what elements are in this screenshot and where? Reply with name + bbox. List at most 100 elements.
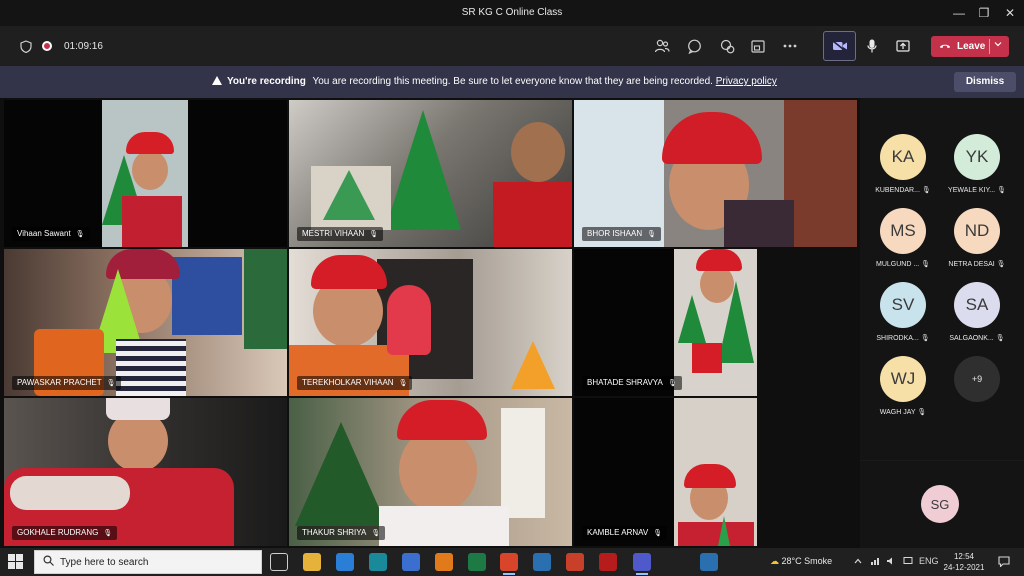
video-tile[interactable]: PAWASKAR PRACHET 🎙 <box>4 249 287 396</box>
video-feed <box>4 249 287 396</box>
participant-name-tag: GOKHALE RUDRANG 🎙 <box>12 526 118 540</box>
mic-off-icon: 🎙 <box>106 380 116 387</box>
participant-avatar[interactable]: SA SALGAONK... 🎙 <box>940 282 1014 342</box>
close-button[interactable]: ✕ <box>995 4 1024 22</box>
weather-widget[interactable]: ☁ 28°C Smoke <box>770 556 832 567</box>
participant-name-tag: Vihaan Sawant 🎙 <box>12 227 90 241</box>
video-tile[interactable]: BHOR ISHAAN 🎙 <box>574 100 857 247</box>
react-icon[interactable] <box>717 36 737 56</box>
recording-banner: You're recording You are recording this … <box>0 66 1024 98</box>
more-participants-count: +9 <box>954 356 1000 402</box>
mic-off-icon: 🎙 <box>398 380 408 387</box>
excel-icon[interactable] <box>468 553 486 571</box>
chevron-up-icon[interactable] <box>854 556 862 566</box>
video-tile[interactable]: TEREKHOLKAR VIHAAN 🎙 <box>289 249 572 396</box>
video-tile[interactable]: GOKHALE RUDRANG 🎙 <box>4 398 287 546</box>
mic-off-icon: 🎙 <box>75 231 85 238</box>
banner-heading: You're recording <box>227 76 306 87</box>
participant-avatar[interactable]: KA KUBENDAR... 🎙 <box>866 134 940 194</box>
video-feed <box>4 398 287 546</box>
mcafee-icon[interactable] <box>599 553 617 571</box>
powerpoint-icon[interactable] <box>566 553 584 571</box>
participant-avatar[interactable]: YK YEWALE KIY... 🎙 <box>940 134 1014 194</box>
notification-icon[interactable] <box>998 556 1010 569</box>
participant-avatar[interactable]: ND NETRA DESAI 🎙 <box>940 208 1014 268</box>
network-icon[interactable] <box>870 556 880 568</box>
video-feed <box>289 398 572 546</box>
privacy-policy-link[interactable]: Privacy policy <box>716 76 777 87</box>
mic-off-icon: 🎙 <box>103 530 113 537</box>
dismiss-button[interactable]: Dismiss <box>954 72 1016 92</box>
self-avatar: SG <box>921 485 959 523</box>
defender-icon[interactable] <box>700 553 718 571</box>
leave-button[interactable]: Leave <box>931 36 1009 57</box>
video-tile[interactable]: Vihaan Sawant 🎙 <box>4 100 287 247</box>
file-explorer-icon[interactable] <box>303 553 321 571</box>
shield-icon[interactable] <box>16 36 36 56</box>
chevron-down-icon[interactable] <box>994 39 1002 49</box>
video-tile[interactable]: THAKUR SHRIYA 🎙 <box>289 398 572 546</box>
video-feed <box>674 249 757 396</box>
display-icon[interactable] <box>903 556 913 568</box>
video-feed <box>289 100 572 247</box>
video-feed <box>289 249 572 396</box>
meeting-timer: 01:09:16 <box>64 41 103 52</box>
participant-name-tag: KAMBLE ARNAV 🎙 <box>582 526 668 540</box>
avatar: SV <box>880 282 926 328</box>
mic-off-icon: 🎙 <box>647 231 657 238</box>
taskbar-search-input[interactable]: Type here to search <box>34 550 262 574</box>
avatar: MS <box>880 208 926 254</box>
chat-icon[interactable] <box>684 36 704 56</box>
people-icon[interactable] <box>652 36 672 56</box>
task-view-icon[interactable] <box>270 553 288 571</box>
windows-start-icon[interactable] <box>8 554 24 570</box>
volume-icon[interactable] <box>886 556 896 568</box>
participant-name-tag: PAWASKAR PRACHET 🎙 <box>12 376 121 390</box>
avatar: YK <box>954 134 1000 180</box>
self-view[interactable]: SG <box>860 460 1024 548</box>
taskbar-clock[interactable]: 12:54 24-12-2021 <box>940 551 988 573</box>
participant-avatar[interactable]: SV SHIRODKA... 🎙 <box>866 282 940 342</box>
phone-hangup-icon <box>939 41 951 52</box>
video-feed <box>574 100 857 247</box>
share-icon[interactable] <box>893 36 913 56</box>
participant-avatar[interactable]: MS MULGUND ... 🎙 <box>866 208 940 268</box>
mail-icon[interactable] <box>336 553 354 571</box>
video-feed <box>674 398 757 546</box>
title-bar: SR KG C Online Class — ❐ ✕ <box>0 0 1024 26</box>
video-tile[interactable]: KAMBLE ARNAV 🎙 <box>574 398 757 546</box>
more-participants-button[interactable]: +9 <box>940 356 1014 402</box>
mic-icon[interactable] <box>862 36 882 56</box>
participant-avatar[interactable]: WJ WAGH JAY 🎙 <box>866 356 940 416</box>
video-tile[interactable]: BHATADE SHRAVYA 🎙 <box>574 249 757 396</box>
mic-off-icon: 🎙 <box>369 231 379 238</box>
banner-message: You are recording this meeting. Be sure … <box>312 76 713 87</box>
search-icon <box>43 555 55 567</box>
app-icon[interactable] <box>533 553 551 571</box>
participant-name-tag: BHOR ISHAAN 🎙 <box>582 227 662 241</box>
search-placeholder: Type here to search <box>60 557 149 568</box>
window-title: SR KG C Online Class <box>461 7 563 18</box>
chrome-icon[interactable] <box>500 553 518 575</box>
avatar: WJ <box>880 356 926 402</box>
language-indicator[interactable]: ENG <box>919 556 939 566</box>
avatar: SA <box>954 282 1000 328</box>
video-tile[interactable]: MESTRI VIHAAN 🎙 <box>289 100 572 247</box>
paint-icon[interactable] <box>402 553 420 571</box>
avatar: ND <box>954 208 1000 254</box>
recording-icon <box>37 36 57 56</box>
mic-off-icon: 🎙 <box>667 380 677 387</box>
participant-name-tag: MESTRI VIHAAN 🎙 <box>297 227 384 241</box>
edge-icon[interactable] <box>369 553 387 571</box>
vlc-icon[interactable] <box>435 553 453 571</box>
mic-off-icon: 🎙 <box>997 187 1006 194</box>
rooms-icon[interactable] <box>748 36 768 56</box>
mic-off-icon: 🎙 <box>920 335 930 342</box>
more-icon[interactable] <box>780 36 800 56</box>
taskbar: Type here to search ☁ 28°C Smoke ENG 12:… <box>0 548 1024 576</box>
weather-icon: ☁ <box>770 556 779 566</box>
camera-off-icon[interactable] <box>823 31 856 61</box>
participant-name-tag: BHATADE SHRAVYA 🎙 <box>582 376 682 390</box>
mic-off-icon: 🎙 <box>371 530 381 537</box>
teams-icon[interactable] <box>633 553 651 575</box>
